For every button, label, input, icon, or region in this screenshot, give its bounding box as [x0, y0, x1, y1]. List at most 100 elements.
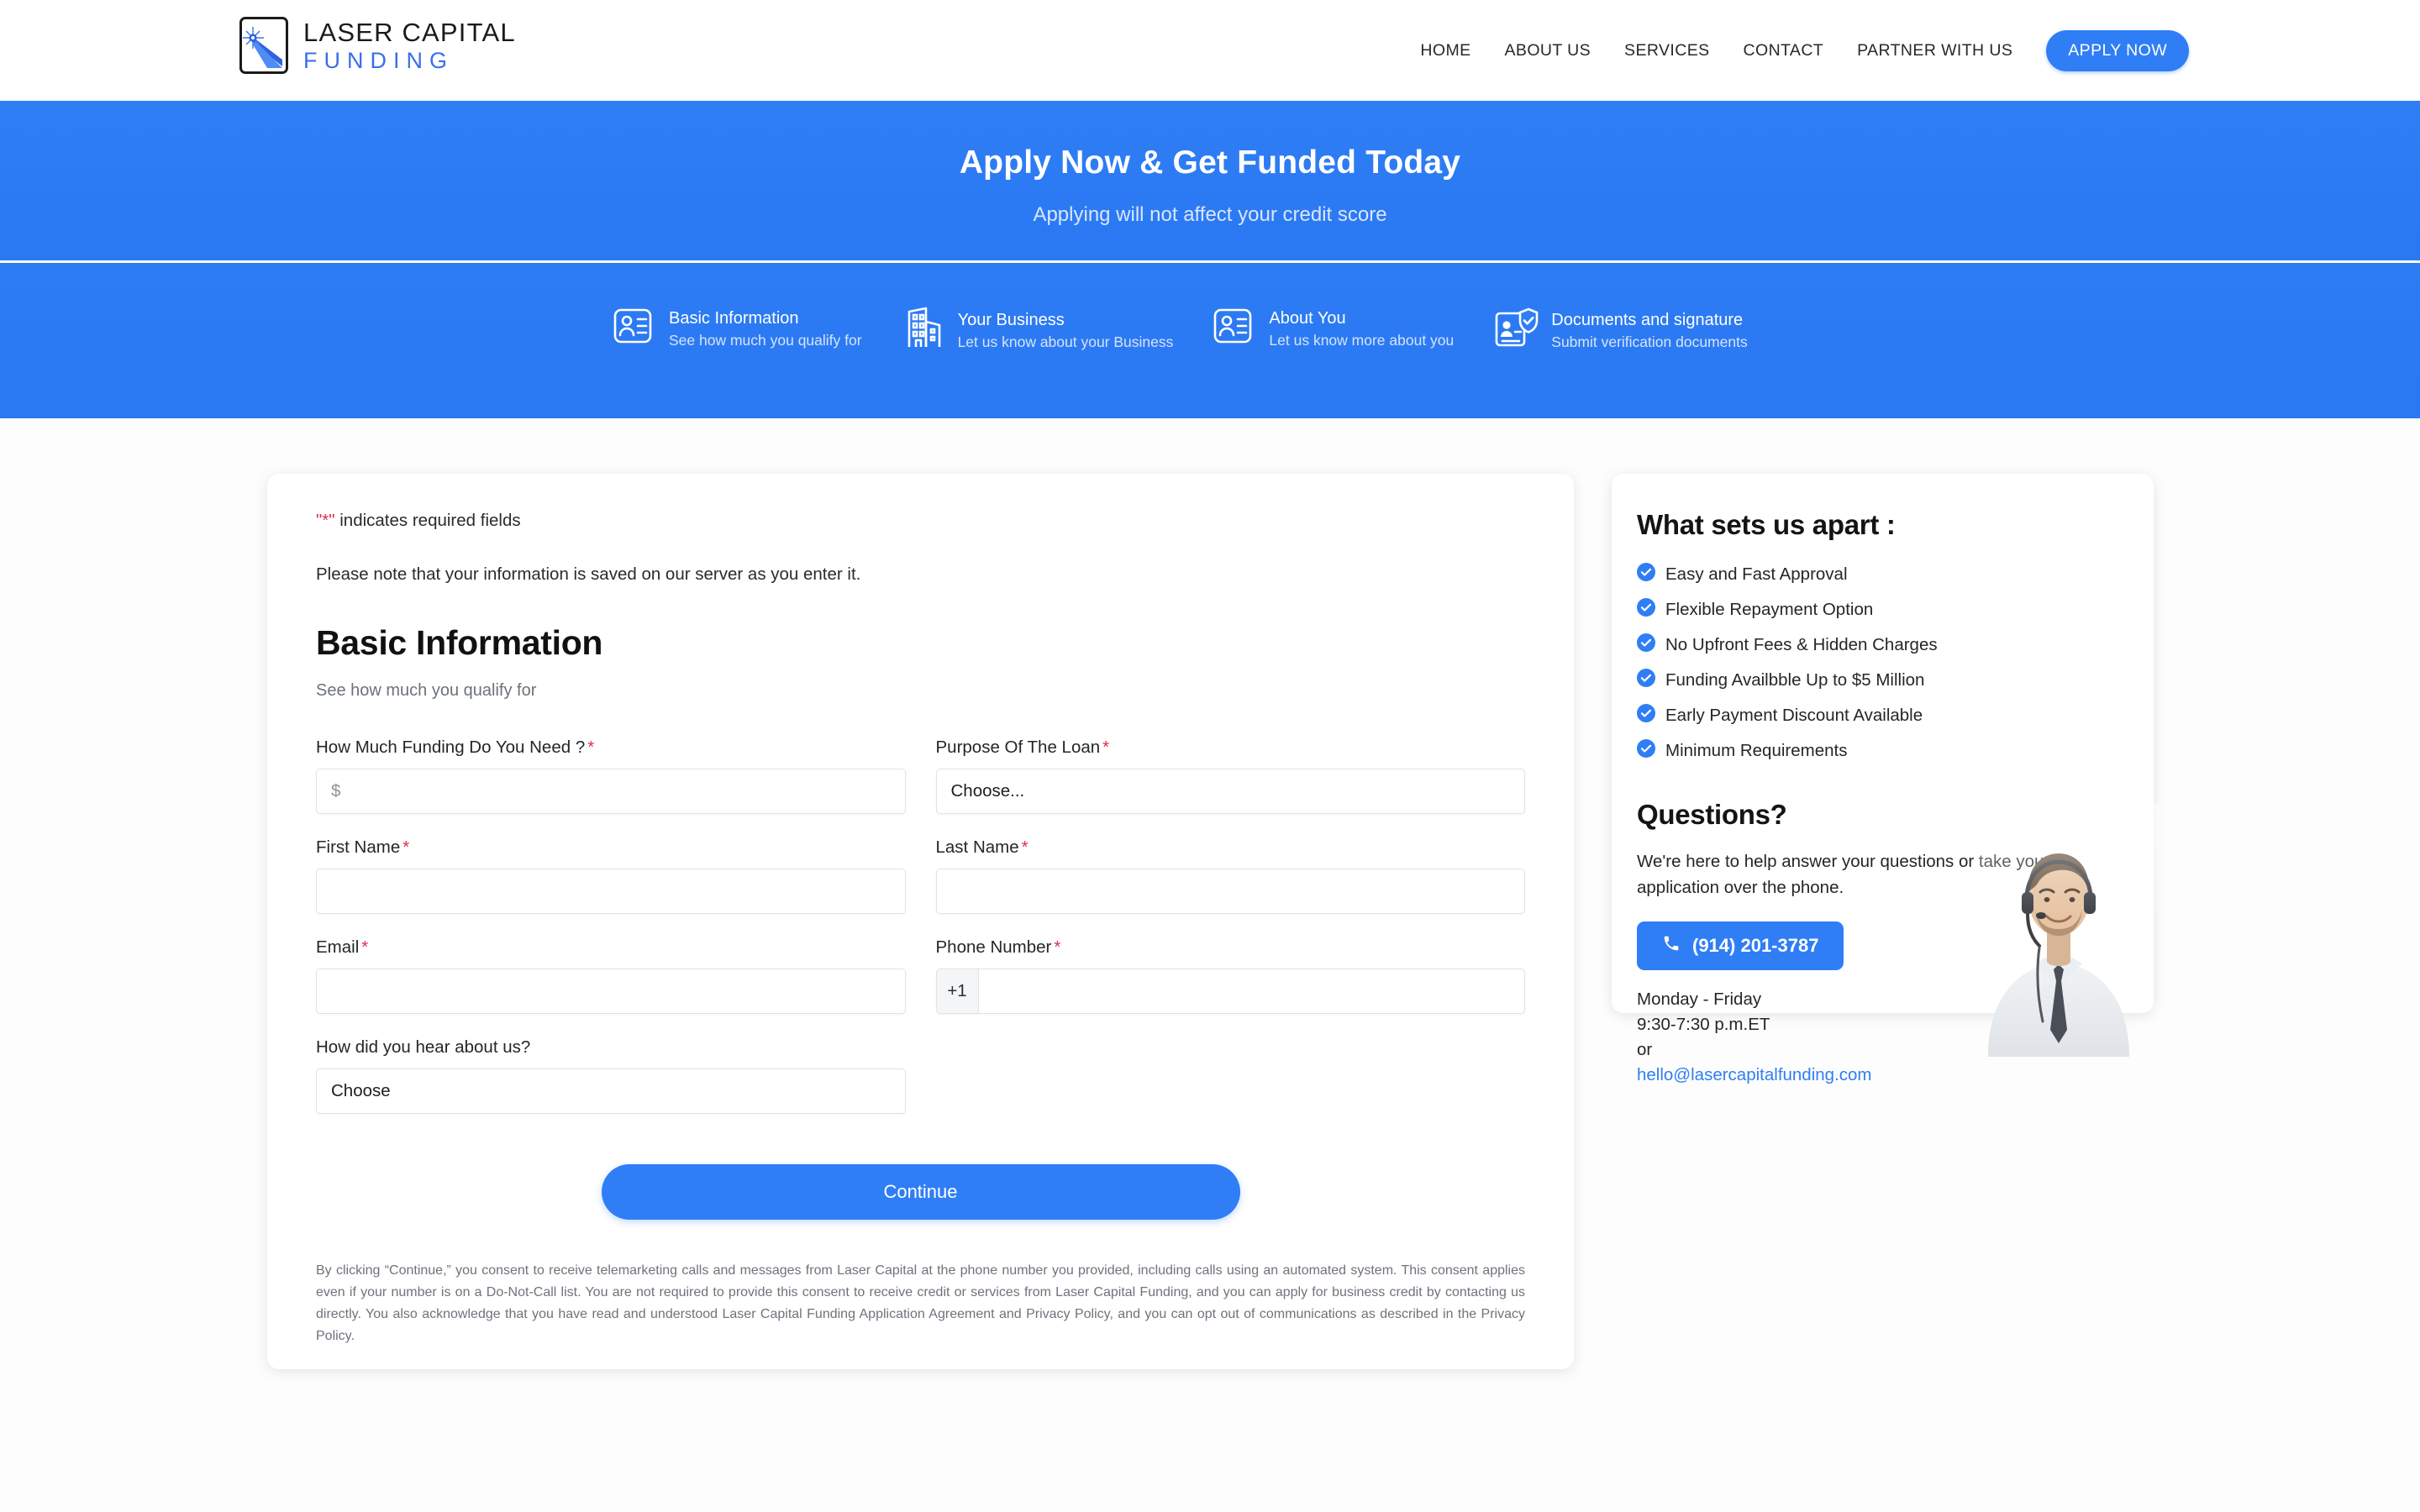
field-last-name: Last Name * [935, 837, 1526, 914]
laser-burst-logo-icon [239, 17, 288, 74]
step-about-you[interactable]: About You Let us know more about you [1213, 307, 1494, 351]
feature-item: Funding Availbble Up to $5 Million [1637, 669, 2128, 691]
required-asterisk: * [402, 837, 410, 857]
check-circle-icon [1637, 563, 1655, 585]
field-hear-about-us: How did you hear about us? Choose [316, 1037, 906, 1114]
main-navigation: HOME ABOUT US SERVICES CONTACT PARTNER W… [1403, 30, 2189, 71]
field-funding-amount: How Much Funding Do You Need ? * [316, 738, 906, 814]
required-note-text: indicates required fields [334, 511, 521, 530]
label-text: Email [316, 937, 360, 957]
what-sets-us-apart-heading: What sets us apart : [1637, 509, 1896, 540]
site-logo[interactable]: LASER CAPITAL FUNDING [239, 17, 516, 74]
call-phone-button[interactable]: (914) 201-3787 [1637, 921, 1844, 970]
logo-line-2: FUNDING [303, 47, 454, 73]
required-asterisk: * [587, 738, 595, 757]
feature-label: Early Payment Discount Available [1665, 705, 1923, 725]
continue-button-row: Continue [316, 1164, 1525, 1220]
label-text: Phone Number [935, 937, 1052, 957]
main-content: "*" indicates required fields Please not… [0, 418, 2420, 1512]
questions-text: We're here to help answer your questions… [1637, 852, 2050, 897]
step-basic-information[interactable]: Basic Information See how much you quali… [613, 307, 902, 351]
or-separator: or [1637, 1040, 1653, 1060]
buildings-icon [902, 307, 946, 354]
hear-about-us-label: How did you hear about us? [316, 1037, 906, 1058]
hours-time: 9:30-7:30 p.m.ET [1637, 1014, 1770, 1034]
feature-item: Minimum Requirements [1637, 739, 2128, 762]
phone-number-text: (914) 201-3787 [1692, 934, 1819, 956]
first-name-label: First Name * [316, 837, 906, 858]
feature-label: Funding Availbble Up to $5 Million [1665, 669, 1925, 690]
phone-number-input[interactable] [978, 969, 1524, 1013]
step-documents-and-signature[interactable]: Documents and signature Submit verificat… [1494, 307, 1787, 354]
required-fields-note: "*" indicates required fields [316, 511, 1525, 531]
phone-icon [1662, 934, 1681, 958]
required-asterisk: * [1021, 837, 1028, 857]
feature-label: Flexible Repayment Option [1665, 599, 1874, 619]
step-description: Let us know about your Business [957, 333, 1174, 350]
funding-amount-label: How Much Funding Do You Need ? * [316, 738, 906, 758]
required-asterisk: * [1054, 937, 1061, 957]
logo-line-1: LASER CAPITAL [303, 17, 516, 47]
check-circle-icon [1637, 598, 1655, 621]
step-your-business[interactable]: Your Business Let us know about your Bus… [902, 307, 1214, 354]
email-link[interactable]: hello@lasercapitalfunding.com [1637, 1065, 1872, 1084]
field-loan-purpose: Purpose Of The Loan * Choose... [935, 738, 1525, 814]
feature-label: Easy and Fast Approval [1665, 564, 1848, 584]
hear-about-us-select[interactable]: Choose [316, 1068, 906, 1114]
nav-item-contact[interactable]: CONTACT [1727, 41, 1841, 60]
phone-number-label: Phone Number * [936, 937, 1526, 958]
feature-label: No Upfront Fees & Hidden Charges [1665, 634, 1938, 654]
nav-item-services[interactable]: SERVICES [1607, 41, 1726, 60]
apply-now-button[interactable]: APPLY NOW [2046, 30, 2189, 71]
save-notice: Please note that your information is sav… [316, 564, 861, 584]
phone-number-group: +1 [935, 969, 1525, 1014]
nav-item-home[interactable]: HOME [1403, 41, 1487, 60]
step-description: See how much you qualify for [669, 331, 862, 349]
form-row-1: How Much Funding Do You Need ?* Purpose … [316, 738, 1525, 837]
feature-item: Easy and Fast Approval [1637, 563, 2128, 585]
loan-purpose-select[interactable]: Choose... [935, 769, 1525, 814]
email-input[interactable] [316, 969, 906, 1014]
application-form-card: "*" indicates required fields Please not… [267, 474, 1574, 1369]
feature-item: Flexible Repayment Option [1637, 598, 2128, 621]
steps-list: Basic Information See how much you quali… [613, 307, 1788, 354]
id-card-icon [613, 307, 657, 351]
field-first-name: First Name * [316, 837, 906, 914]
feature-label: Minimum Requirements [1665, 740, 1848, 760]
first-name-input[interactable] [316, 869, 906, 914]
check-circle-icon [1637, 704, 1655, 727]
required-asterisk: * [1102, 738, 1110, 757]
id-card-icon [1213, 307, 1257, 351]
country-code-selector[interactable]: +1 [936, 969, 979, 1013]
business-hours: Monday - Friday 9:30-7:30 p.m.ET or hell… [1637, 987, 2128, 1089]
hero-title: Apply Now & Get Funded Today [959, 144, 1461, 181]
nav-item-partner-with-us[interactable]: PARTNER WITH US [1840, 41, 2029, 60]
form-row-4: How did you hear about us? Choose [316, 1037, 1525, 1137]
label-text: Last Name [935, 837, 1019, 857]
step-description: Let us know more about you [1269, 331, 1455, 349]
hear-about-us-selected-value: Choose [331, 1081, 391, 1100]
last-name-input[interactable] [935, 869, 1525, 914]
step-title: Documents and signature [1551, 310, 1744, 329]
last-name-label: Last Name * [936, 837, 1526, 858]
consent-disclaimer: By clicking “Continue,” you consent to r… [316, 1263, 1525, 1343]
step-title: Basic Information [669, 308, 799, 328]
field-email: Email * [316, 937, 906, 1014]
funding-amount-input[interactable] [316, 769, 906, 814]
label-text: Purpose Of The Loan [935, 738, 1101, 757]
required-star-symbol: "*" [316, 511, 335, 530]
label-text: How did you hear about us? [316, 1037, 531, 1057]
check-circle-icon [1637, 669, 1655, 691]
email-label: Email * [316, 937, 906, 958]
field-phone-number: Phone Number * +1 [935, 937, 1526, 1014]
continue-button[interactable]: Continue [601, 1164, 1240, 1220]
step-title: Your Business [957, 310, 1065, 329]
page-root: LASER CAPITAL FUNDING HOME ABOUT US SERV… [0, 0, 2420, 1512]
info-sidebar-card: What sets us apart : Easy and Fast Appro… [1612, 474, 2160, 1084]
feature-item: No Upfront Fees & Hidden Charges [1637, 633, 2128, 656]
site-header: LASER CAPITAL FUNDING HOME ABOUT US SERV… [0, 0, 2420, 101]
step-title: About You [1269, 308, 1346, 328]
nav-item-about-us[interactable]: ABOUT US [1488, 41, 1608, 60]
feature-item: Early Payment Discount Available [1637, 704, 2128, 727]
check-circle-icon [1637, 739, 1655, 762]
